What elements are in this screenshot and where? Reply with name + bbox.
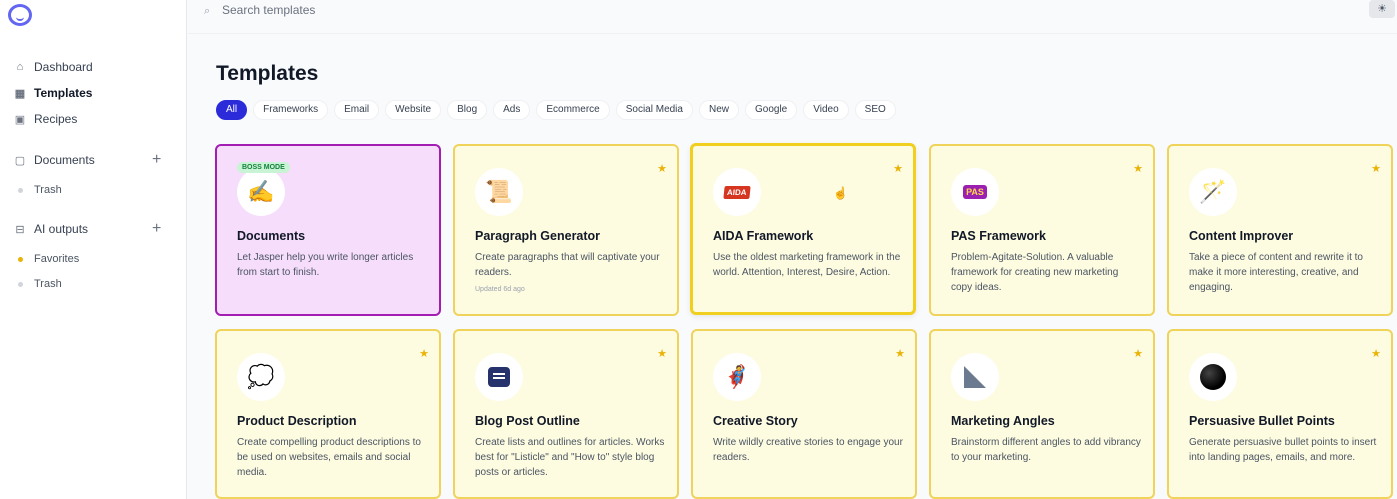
top-bar: ⌕ ☀ — [188, 0, 1397, 34]
filter-email[interactable]: Email — [334, 100, 380, 120]
pas-logo-icon: PAS — [951, 168, 999, 216]
template-card-content-improver[interactable]: ★ 🪄 Content Improver Take a piece of con… — [1167, 144, 1393, 316]
jasper-logo-icon[interactable] — [8, 4, 32, 26]
superhero-icon: 🦸 — [713, 353, 761, 401]
filter-google[interactable]: Google — [745, 100, 798, 120]
magic-wand-icon: 🪄 — [1189, 168, 1237, 216]
star-icon[interactable]: ★ — [657, 347, 667, 360]
pointer-cursor-icon: ☝ — [833, 186, 848, 200]
card-description: Problem-Agitate-Solution. A valuable fra… — [951, 252, 1119, 293]
sidebar-item-templates[interactable]: ▦ Templates — [14, 84, 93, 102]
card-title: Content Improver — [1189, 229, 1294, 243]
triangle-ruler-icon — [951, 353, 999, 401]
search-input[interactable] — [222, 2, 622, 18]
star-icon[interactable]: ★ — [895, 347, 905, 360]
sidebar-item-label: Dashboard — [34, 60, 93, 74]
card-title: Marketing Angles — [951, 414, 1055, 428]
filter-chips: All Frameworks Email Website Blog Ads Ec… — [216, 100, 896, 120]
template-card-persuasive-bullet-points[interactable]: ★ Persuasive Bullet Points Generate pers… — [1167, 329, 1393, 499]
sidebar-item-label: Favorites — [34, 253, 80, 265]
sidebar-item-label: AI outputs — [34, 222, 89, 236]
card-description: Use the oldest marketing framework in th… — [713, 252, 901, 278]
sidebar-item-ai-outputs[interactable]: ⊟ AI outputs — [14, 220, 88, 238]
filter-frameworks[interactable]: Frameworks — [253, 100, 329, 120]
star-icon[interactable]: ★ — [1133, 162, 1143, 175]
star-icon[interactable]: ★ — [1133, 347, 1143, 360]
sidebar-item-favorites[interactable]: Favorites — [18, 251, 79, 267]
sidebar-item-label: Recipes — [34, 112, 78, 126]
search-icon: ⌕ — [204, 5, 211, 17]
sidebar-item-label: Templates — [34, 86, 93, 100]
grid-icon: ▦ — [14, 87, 26, 100]
theme-toggle-button[interactable]: ☀ — [1369, 0, 1395, 18]
card-description: Generate persuasive bullet points to ins… — [1189, 437, 1377, 463]
filter-all[interactable]: All — [216, 100, 248, 120]
template-card-aida-framework[interactable]: ★ AIDA AIDA Framework Use the oldest mar… — [690, 143, 916, 315]
template-card-pas-framework[interactable]: ★ PAS PAS Framework Problem-Agitate-Solu… — [929, 144, 1155, 316]
card-description: Let Jasper help you write longer article… — [237, 252, 414, 278]
sidebar: ⌂ Dashboard ▦ Templates ▣ Recipes ▢ Docu… — [0, 0, 187, 499]
lock-icon: ⊟ — [15, 223, 25, 236]
template-card-paragraph-generator[interactable]: ★ 📜 Paragraph Generator Create paragraph… — [453, 144, 679, 316]
sidebar-item-documents[interactable]: ▢ Documents — [14, 151, 95, 169]
filter-social-media[interactable]: Social Media — [615, 100, 693, 120]
card-description: Brainstorm different angles to add vibra… — [951, 437, 1141, 463]
card-description: Take a piece of content and rewrite it t… — [1189, 252, 1363, 293]
aida-logo-icon: AIDA — [713, 168, 761, 216]
page-title: Templates — [216, 62, 319, 85]
star-icon[interactable]: ★ — [893, 162, 903, 175]
filter-seo[interactable]: SEO — [854, 100, 896, 120]
filter-website[interactable]: Website — [385, 100, 442, 120]
thought-bubble-icon: 💭 — [237, 353, 285, 401]
sidebar-item-documents-trash[interactable]: Trash — [18, 182, 62, 198]
sidebar-item-dashboard[interactable]: ⌂ Dashboard — [14, 58, 93, 76]
template-card-marketing-angles[interactable]: ★ Marketing Angles Brainstorm different … — [929, 329, 1155, 499]
star-icon[interactable]: ★ — [657, 162, 667, 175]
filter-new[interactable]: New — [698, 100, 739, 120]
template-card-documents[interactable]: BOSS MODE ✍ Documents Let Jasper help yo… — [215, 144, 441, 316]
card-description: Create compelling product descriptions t… — [237, 437, 421, 478]
card-title: PAS Framework — [951, 229, 1046, 243]
add-ai-output-button[interactable]: + — [152, 221, 161, 237]
card-title: Product Description — [237, 414, 357, 428]
card-title: Documents — [237, 229, 306, 243]
bullet-icon — [18, 187, 23, 193]
sidebar-item-label: Documents — [34, 153, 95, 167]
card-title: AIDA Framework — [713, 229, 814, 243]
boss-mode-badge: BOSS MODE — [237, 162, 290, 173]
sidebar-item-ai-trash[interactable]: Trash — [18, 276, 62, 292]
scroll-icon: 📜 — [475, 168, 523, 216]
template-card-blog-post-outline[interactable]: ★ Blog Post Outline Create lists and out… — [453, 329, 679, 499]
filter-ads[interactable]: Ads — [493, 100, 531, 120]
bullet-icon — [18, 281, 23, 287]
filter-ecommerce[interactable]: Ecommerce — [536, 100, 610, 120]
home-icon: ⌂ — [16, 61, 24, 73]
add-document-button[interactable]: + — [152, 152, 161, 168]
star-icon[interactable]: ★ — [1371, 347, 1381, 360]
filter-blog[interactable]: Blog — [447, 100, 488, 120]
template-card-product-description[interactable]: ★ 💭 Product Description Create compellin… — [215, 329, 441, 499]
star-icon[interactable]: ★ — [1371, 162, 1381, 175]
writing-hand-icon: ✍ — [237, 168, 285, 216]
black-circle-icon — [1189, 353, 1237, 401]
bullet-icon — [18, 256, 23, 262]
sidebar-item-recipes[interactable]: ▣ Recipes — [14, 110, 78, 128]
filter-video[interactable]: Video — [803, 100, 849, 120]
card-title: Persuasive Bullet Points — [1189, 414, 1335, 428]
document-icon: ▢ — [14, 154, 26, 167]
sidebar-item-label: Trash — [34, 184, 62, 196]
card-title: Creative Story — [713, 414, 798, 428]
card-title: Paragraph Generator — [475, 229, 601, 243]
card-title: Blog Post Outline — [475, 414, 580, 428]
card-description: Create paragraphs that will captivate yo… — [475, 252, 660, 278]
template-card-creative-story[interactable]: ★ 🦸 Creative Story Write wildly creative… — [691, 329, 917, 499]
card-updated: Updated 6d ago — [475, 286, 525, 293]
terminal-icon: ▣ — [14, 113, 26, 126]
card-description: Create lists and outlines for articles. … — [475, 437, 665, 478]
star-icon[interactable]: ★ — [419, 347, 429, 360]
sidebar-item-label: Trash — [34, 278, 62, 290]
chat-icon — [475, 353, 523, 401]
card-description: Write wildly creative stories to engage … — [713, 437, 903, 463]
